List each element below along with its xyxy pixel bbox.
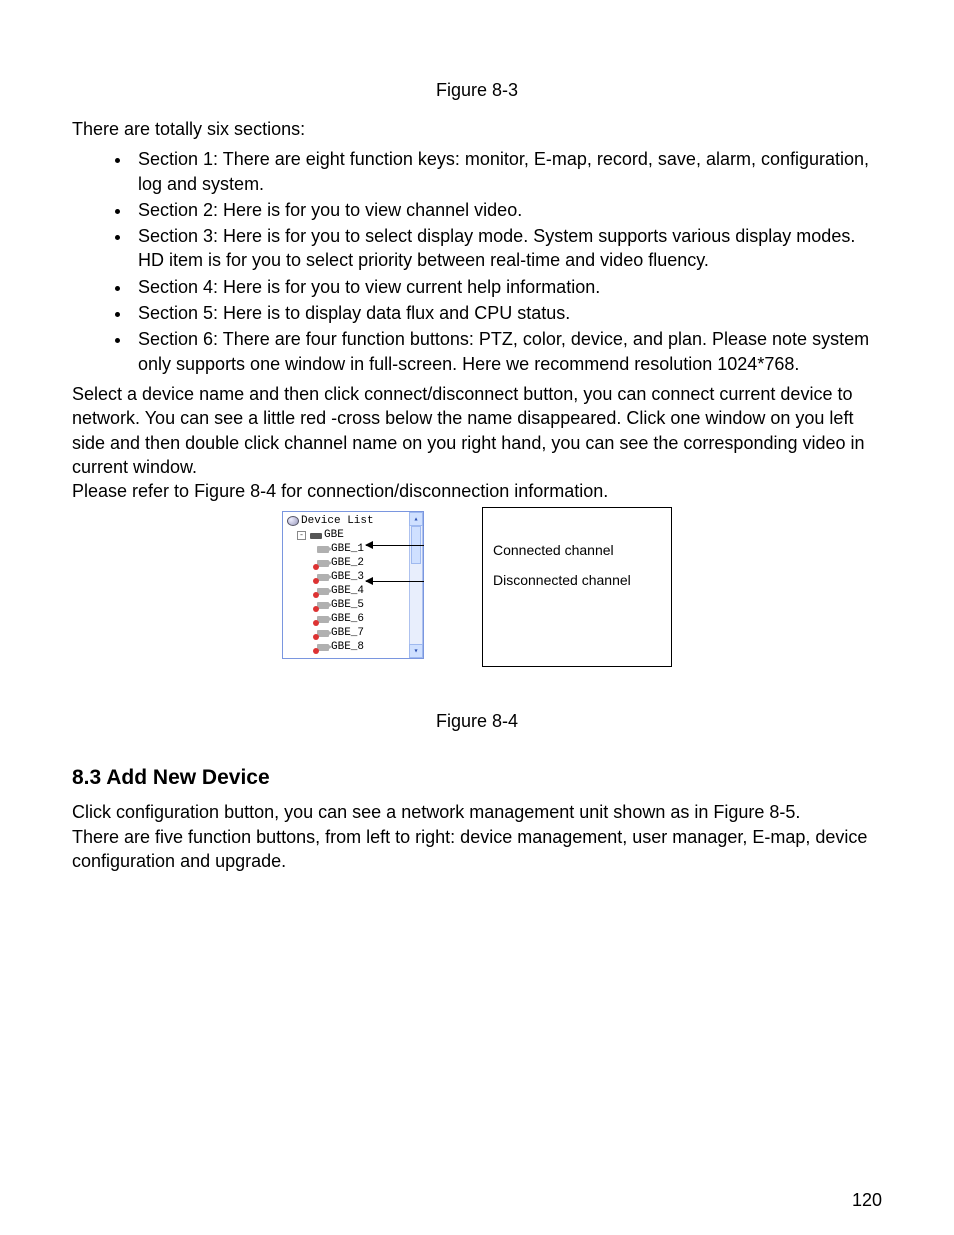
collapse-icon[interactable]: - [297,531,306,540]
channel-label: GBE_6 [331,613,364,625]
scrollbar[interactable]: ▴ ▾ [409,512,423,658]
tree-root-label: Device List [301,515,374,527]
tree-channel[interactable]: GBE_2 [287,556,409,570]
list-item: Section 5: Here is to display data flux … [132,301,882,325]
connect-paragraph: Select a device name and then click conn… [72,382,882,479]
list-item: Section 4: Here is for you to view curre… [132,275,882,299]
camera-icon [317,588,329,595]
channel-label: GBE_1 [331,543,364,555]
device-list-tree[interactable]: Device List - GBE GBE_1 GBE_2 GBE_ [282,511,424,659]
section-heading-8-3: 8.3 Add New Device [72,766,882,790]
list-item: Section 6: There are four function butto… [132,327,882,376]
channel-label: GBE_8 [331,641,364,653]
tree-device[interactable]: - GBE [287,528,409,542]
tree-channel[interactable]: GBE_3 [287,570,409,584]
camera-icon [317,546,329,553]
camera-icon [317,574,329,581]
connected-label: Connected channel [493,542,661,558]
scroll-track[interactable] [409,526,423,644]
tree-channel[interactable]: GBE_5 [287,598,409,612]
scroll-up-icon[interactable]: ▴ [409,512,423,526]
channel-label: GBE_7 [331,627,364,639]
device-icon [310,533,322,539]
refer-paragraph: Please refer to Figure 8-4 for connectio… [72,479,882,503]
channel-label: GBE_3 [331,571,364,583]
scroll-down-icon[interactable]: ▾ [409,644,423,658]
section-8-3-para-2: There are five function buttons, from le… [72,825,882,874]
camera-icon [317,630,329,637]
camera-icon [317,616,329,623]
tree-channel[interactable]: GBE_7 [287,626,409,640]
section-bullet-list: Section 1: There are eight function keys… [72,147,882,376]
tree-channel[interactable]: GBE_4 [287,584,409,598]
camera-icon [317,602,329,609]
red-dot-icon [313,648,319,654]
scroll-thumb[interactable] [411,526,421,564]
tree-channel[interactable]: GBE_6 [287,612,409,626]
list-item: Section 1: There are eight function keys… [132,147,882,196]
figure-8-4-caption: Figure 8-4 [72,711,882,732]
camera-icon [317,560,329,567]
tree-root[interactable]: Device List [287,514,409,528]
document-page: Figure 8-3 There are totally six section… [0,0,954,1235]
intro-text: There are totally six sections: [72,117,882,141]
figure-8-4: Device List - GBE GBE_1 GBE_2 GBE_ [72,511,882,671]
channel-label: GBE_5 [331,599,364,611]
tree-channel[interactable]: GBE_8 [287,640,409,654]
channel-label: GBE_2 [331,557,364,569]
figure-8-3-caption: Figure 8-3 [72,80,882,101]
list-item: Section 2: Here is for you to view chann… [132,198,882,222]
device-label: GBE [324,529,344,541]
globe-icon [287,516,299,526]
disconnected-label: Disconnected channel [493,572,661,588]
page-number: 120 [852,1190,882,1211]
section-8-3-para-1: Click configuration button, you can see … [72,800,882,824]
tree-content: Device List - GBE GBE_1 GBE_2 GBE_ [283,512,409,658]
callout-box: Connected channel Disconnected channel [482,507,672,667]
channel-label: GBE_4 [331,585,364,597]
list-item: Section 3: Here is for you to select dis… [132,224,882,273]
camera-icon [317,644,329,651]
tree-channel[interactable]: GBE_1 [287,542,409,556]
